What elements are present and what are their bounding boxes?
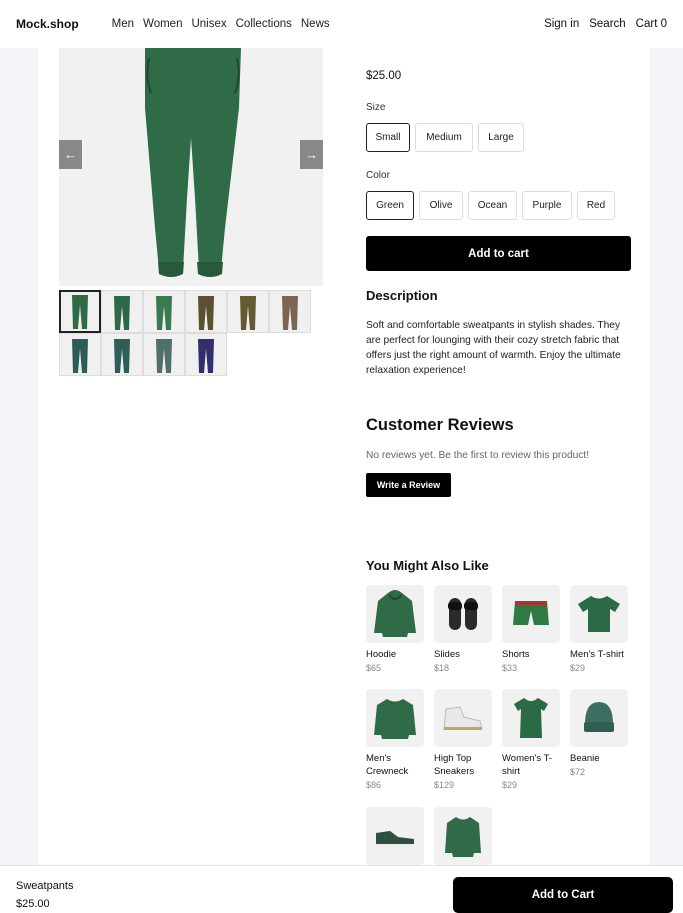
card-name: Beanie [570, 753, 600, 764]
sticky-add-to-cart-button[interactable]: Add to Cart [453, 877, 673, 913]
search-link[interactable]: Search [589, 18, 625, 30]
card-name: Men's T-shirt [570, 649, 624, 660]
pants-thumb-icon [198, 296, 214, 330]
card-price: $29 [502, 780, 518, 790]
card-price: $18 [434, 663, 450, 673]
pants-thumb-icon [114, 339, 130, 373]
product-card-hoodie[interactable]: Hoodie $65 [366, 585, 425, 689]
sweater-image [434, 807, 492, 865]
size-option-small[interactable]: Small [366, 123, 410, 152]
main-product-image: ← → [59, 48, 323, 286]
sticky-product-price: $25.00 [16, 898, 50, 910]
nav-link-news[interactable]: News [301, 18, 330, 30]
also-like-grid: Hoodie $65 Slides $18 Shorts $33 Men's T… [366, 585, 632, 911]
size-options: Small Medium Large [366, 123, 524, 152]
womens-tshirt-image [502, 689, 560, 747]
card-name: Men's Crewneck [366, 753, 409, 777]
color-option-purple[interactable]: Purple [522, 191, 572, 220]
thumbnail-5[interactable] [227, 290, 269, 333]
size-label: Size [366, 102, 386, 113]
thumbnail-4[interactable] [185, 290, 227, 333]
slides-image [434, 585, 492, 643]
sticky-product-name: Sweatpants [16, 880, 74, 892]
prev-image-button[interactable]: ← [59, 140, 82, 169]
description-title: Description [366, 288, 438, 303]
product-card-slides[interactable]: Slides $18 [434, 585, 493, 689]
thumbnail-10[interactable] [185, 333, 227, 376]
crewneck-image [366, 689, 424, 747]
write-review-button[interactable]: Write a Review [366, 473, 451, 497]
pants-thumb-icon [114, 296, 130, 330]
pants-thumb-icon [282, 296, 298, 330]
product-card-mens-crewneck[interactable]: Men's Crewneck $86 [366, 689, 425, 807]
pants-thumb-icon [156, 339, 172, 373]
card-price: $65 [366, 663, 382, 673]
pants-thumb-icon [240, 296, 256, 330]
cart-link[interactable]: Cart 0 [636, 18, 667, 30]
sneakers-image [434, 689, 492, 747]
brand-logo[interactable]: Mock.shop [16, 17, 79, 31]
thumbnail-1[interactable] [59, 290, 101, 333]
sign-in-link[interactable]: Sign in [544, 18, 579, 30]
beanie-image [570, 689, 628, 747]
reviews-empty-text: No reviews yet. Be the first to review t… [366, 450, 590, 461]
card-name: High Top Sneakers [434, 753, 475, 777]
nav-link-men[interactable]: Men [112, 18, 134, 30]
pants-thumb-icon [198, 339, 214, 373]
reviews-title: Customer Reviews [366, 416, 514, 434]
thumbnail-grid [59, 290, 311, 376]
thumbnail-9[interactable] [143, 333, 185, 376]
tshirt-image [570, 585, 628, 643]
product-card-shorts[interactable]: Shorts $33 [502, 585, 561, 689]
product-card-womens-tshirt[interactable]: Women's T-shirt $29 [502, 689, 561, 807]
product-page: ← → $25.00 Size Small Medium Large Color… [38, 48, 650, 868]
nav-links: Men Women Unisex Collections News [112, 18, 330, 30]
card-price: $29 [570, 663, 586, 673]
card-price: $129 [434, 780, 455, 790]
add-to-cart-button[interactable]: Add to cart [366, 236, 631, 271]
size-option-large[interactable]: Large [478, 123, 524, 152]
thumbnail-8[interactable] [101, 333, 143, 376]
sticky-cart-bar: Sweatpants $25.00 Add to Cart [0, 865, 683, 913]
color-option-red[interactable]: Red [577, 191, 615, 220]
pants-thumb-icon [156, 296, 172, 330]
nav-actions: Sign in Search Cart 0 [544, 18, 667, 30]
thumbnail-7[interactable] [59, 333, 101, 376]
thumbnail-6[interactable] [269, 290, 311, 333]
hoodie-image [366, 585, 424, 643]
card-price: $72 [570, 767, 586, 777]
color-option-olive[interactable]: Olive [419, 191, 463, 220]
color-label: Color [366, 170, 390, 181]
nav-link-women[interactable]: Women [143, 18, 182, 30]
card-name: Women's T-shirt [502, 753, 553, 777]
product-price: $25.00 [366, 70, 402, 82]
card-name: Slides [434, 649, 460, 660]
product-card-beanie[interactable]: Beanie $72 [570, 689, 629, 807]
color-option-ocean[interactable]: Ocean [468, 191, 517, 220]
description-text: Soft and comfortable sweatpants in styli… [366, 320, 621, 376]
pants-thumb-icon [72, 339, 88, 373]
product-card-high-top-sneakers[interactable]: High Top Sneakers $129 [434, 689, 493, 807]
card-name: Shorts [502, 649, 530, 660]
size-option-medium[interactable]: Medium [415, 123, 473, 152]
pants-thumb-icon [72, 295, 88, 329]
card-price: $33 [502, 663, 518, 673]
shorts-image [502, 585, 560, 643]
thumbnail-3[interactable] [143, 290, 185, 333]
next-image-button[interactable]: → [300, 140, 323, 169]
color-options: Green Olive Ocean Purple Red [366, 191, 615, 220]
top-nav: Mock.shop Men Women Unisex Collections N… [0, 0, 683, 48]
sweatpants-image [59, 48, 323, 286]
card-name: Hoodie [366, 649, 397, 660]
nav-link-unisex[interactable]: Unisex [191, 18, 226, 30]
shoes-image [366, 807, 424, 865]
product-card-mens-tshirt[interactable]: Men's T-shirt $29 [570, 585, 629, 689]
color-option-green[interactable]: Green [366, 191, 414, 220]
nav-link-collections[interactable]: Collections [236, 18, 292, 30]
card-price: $86 [366, 780, 382, 790]
also-like-title: You Might Also Like [366, 558, 489, 573]
thumbnail-2[interactable] [101, 290, 143, 333]
